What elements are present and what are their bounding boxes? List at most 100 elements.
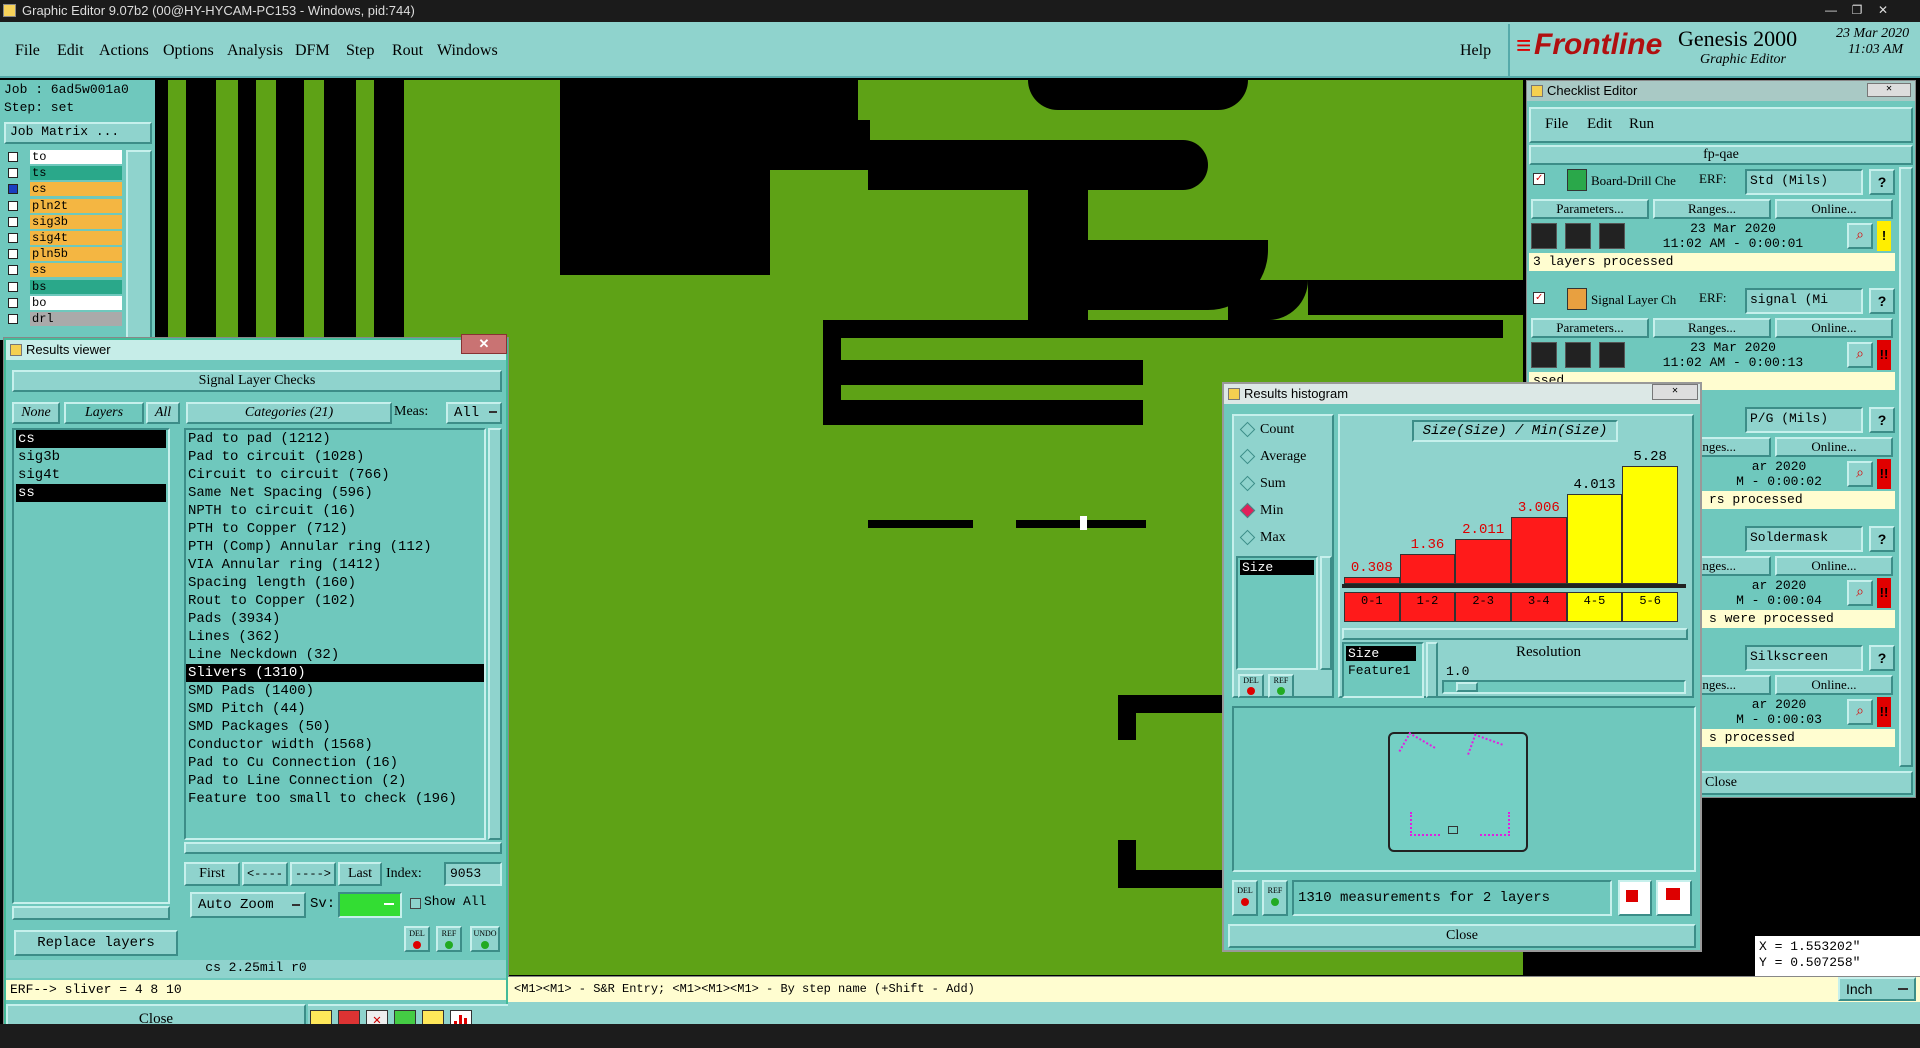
erf-field[interactable]: Silkscreen: [1745, 645, 1863, 671]
result-layer-item[interactable]: cs: [16, 430, 166, 448]
layer-row-sig4t[interactable]: sig4t: [4, 231, 122, 246]
histogram-bar[interactable]: [1566, 494, 1623, 584]
categories-list[interactable]: Pad to pad (1212) Pad to circuit (1028) Ci…: [184, 428, 486, 840]
category-item[interactable]: Lines (362): [186, 628, 484, 646]
run-icon[interactable]: [1531, 342, 1557, 368]
ref-button[interactable]: REF: [436, 926, 462, 952]
layer-checkbox[interactable]: [8, 314, 18, 324]
zoom-window-icon[interactable]: [1656, 880, 1692, 916]
maximize-icon[interactable]: ❐: [1846, 2, 1868, 18]
show-all-checkbox[interactable]: [410, 898, 421, 909]
stop-icon[interactable]: [1599, 342, 1625, 368]
layer-name[interactable]: drl: [30, 312, 122, 326]
replace-layers-dropdown[interactable]: Replace layers: [14, 930, 178, 956]
checklist-menu-file[interactable]: File: [1545, 116, 1568, 133]
histogram-bar[interactable]: [1455, 539, 1511, 584]
category-item[interactable]: VIA Annular ring (1412): [186, 556, 484, 574]
menu-actions[interactable]: Actions: [96, 40, 152, 62]
layer-row-cs[interactable]: cs: [4, 182, 122, 197]
radio-icon[interactable]: [1239, 529, 1256, 546]
online-button[interactable]: Online...: [1775, 199, 1893, 219]
x-attr-vscroll[interactable]: [1426, 642, 1438, 698]
view-results-icon[interactable]: ⌕: [1847, 342, 1873, 368]
radio-icon[interactable]: [1239, 502, 1256, 519]
meas-dropdown[interactable]: All: [446, 402, 502, 424]
layer-row-to[interactable]: to: [4, 150, 122, 165]
check-label[interactable]: Board-Drill Che: [1591, 173, 1676, 189]
preview-ref-button[interactable]: REF: [1262, 880, 1288, 916]
layer-checkbox[interactable]: [8, 233, 18, 243]
category-item[interactable]: Conductor width (1568): [186, 736, 484, 754]
checklist-menu-run[interactable]: Run: [1629, 116, 1654, 133]
category-item[interactable]: SMD Pitch (44): [186, 700, 484, 718]
attr-list[interactable]: Size: [1236, 556, 1318, 670]
layer-row-bs[interactable]: bs: [4, 279, 122, 295]
result-layer-item[interactable]: sig4t: [16, 466, 166, 484]
units-dropdown[interactable]: Inch: [1838, 977, 1916, 1001]
menu-dfm[interactable]: DFM: [292, 40, 333, 62]
menu-step[interactable]: Step: [343, 40, 377, 62]
category-item[interactable]: PTH to Copper (712): [186, 520, 484, 538]
categories-button[interactable]: Categories (21): [186, 402, 392, 424]
layer-name[interactable]: sig3b: [30, 214, 122, 229]
menu-analysis[interactable]: Analysis: [224, 40, 286, 62]
layer-checkbox[interactable]: [8, 265, 18, 276]
hist-ref-button[interactable]: REF: [1268, 674, 1294, 698]
mode-min[interactable]: Min: [1239, 501, 1330, 523]
layer-name[interactable]: cs: [30, 182, 122, 197]
checklist-menu-edit[interactable]: Edit: [1587, 116, 1612, 133]
layer-name[interactable]: pln5b: [30, 247, 122, 262]
index-field[interactable]: 9053: [444, 862, 502, 886]
view-results-icon[interactable]: ⌕: [1847, 223, 1873, 249]
category-item[interactable]: Pad to Cu Connection (16): [186, 754, 484, 772]
category-item[interactable]: NPTH to circuit (16): [186, 502, 484, 520]
category-item[interactable]: PTH (Comp) Annular ring (112): [186, 538, 484, 556]
sv-color-dropdown[interactable]: [338, 892, 402, 918]
category-item[interactable]: Pads (3934): [186, 610, 484, 628]
histogram-bar[interactable]: [1344, 577, 1400, 584]
erf-field[interactable]: Soldermask: [1745, 526, 1863, 552]
parameters-button[interactable]: Parameters...: [1531, 318, 1649, 338]
layer-name[interactable]: ts: [30, 166, 122, 181]
category-item[interactable]: Pad to circuit (1028): [186, 448, 484, 466]
resolution-slider[interactable]: [1442, 680, 1686, 694]
online-button[interactable]: Online...: [1775, 556, 1893, 576]
menu-windows[interactable]: Windows: [434, 40, 501, 62]
layer-row-ss[interactable]: ss: [4, 263, 122, 278]
x-attr-feature[interactable]: Feature1: [1346, 663, 1420, 678]
category-item[interactable]: Pad to pad (1212): [186, 430, 484, 448]
layer-list-scrollbar[interactable]: [126, 150, 152, 340]
category-item[interactable]: Feature too small to check (196): [186, 790, 484, 808]
view-results-icon[interactable]: ⌕: [1847, 580, 1873, 606]
online-button[interactable]: Online...: [1775, 318, 1893, 338]
run-icon[interactable]: [1531, 223, 1557, 249]
layer-checkbox[interactable]: [8, 152, 18, 162]
item-enable-checkbox[interactable]: ✓: [1533, 173, 1545, 185]
category-item[interactable]: Pad to Line Connection (2): [186, 772, 484, 790]
category-item[interactable]: SMD Packages (50): [186, 718, 484, 736]
help-button[interactable]: ?: [1869, 169, 1895, 195]
checklist-close-icon[interactable]: ✕: [1867, 83, 1911, 97]
online-button[interactable]: Online...: [1775, 675, 1893, 695]
histogram-close-button[interactable]: Close: [1228, 924, 1696, 948]
category-item[interactable]: Line Neckdown (32): [186, 646, 484, 664]
layers-button[interactable]: Layers: [64, 402, 144, 424]
online-button[interactable]: Online...: [1775, 437, 1893, 457]
layer-row-bo[interactable]: bo: [4, 295, 122, 311]
layer-checkbox[interactable]: [8, 168, 18, 179]
checklist-vscroll[interactable]: [1899, 167, 1913, 767]
next-button[interactable]: ---->: [290, 862, 336, 886]
erf-field[interactable]: Std (Mils): [1745, 169, 1863, 195]
help-button[interactable]: ?: [1869, 407, 1895, 433]
stop-icon[interactable]: [1599, 223, 1625, 249]
help-button[interactable]: ?: [1869, 526, 1895, 552]
category-item[interactable]: Slivers (1310): [186, 664, 484, 682]
radio-icon[interactable]: [1239, 475, 1256, 492]
result-layer-list[interactable]: cs sig3b sig4t ss: [12, 428, 170, 904]
histogram-bar[interactable]: [1622, 466, 1678, 584]
layer-checkbox[interactable]: [8, 249, 18, 260]
none-button[interactable]: None: [12, 402, 60, 424]
parameters-button[interactable]: Parameters...: [1531, 199, 1649, 219]
layer-name[interactable]: bo: [30, 295, 122, 310]
category-item[interactable]: SMD Pads (1400): [186, 682, 484, 700]
